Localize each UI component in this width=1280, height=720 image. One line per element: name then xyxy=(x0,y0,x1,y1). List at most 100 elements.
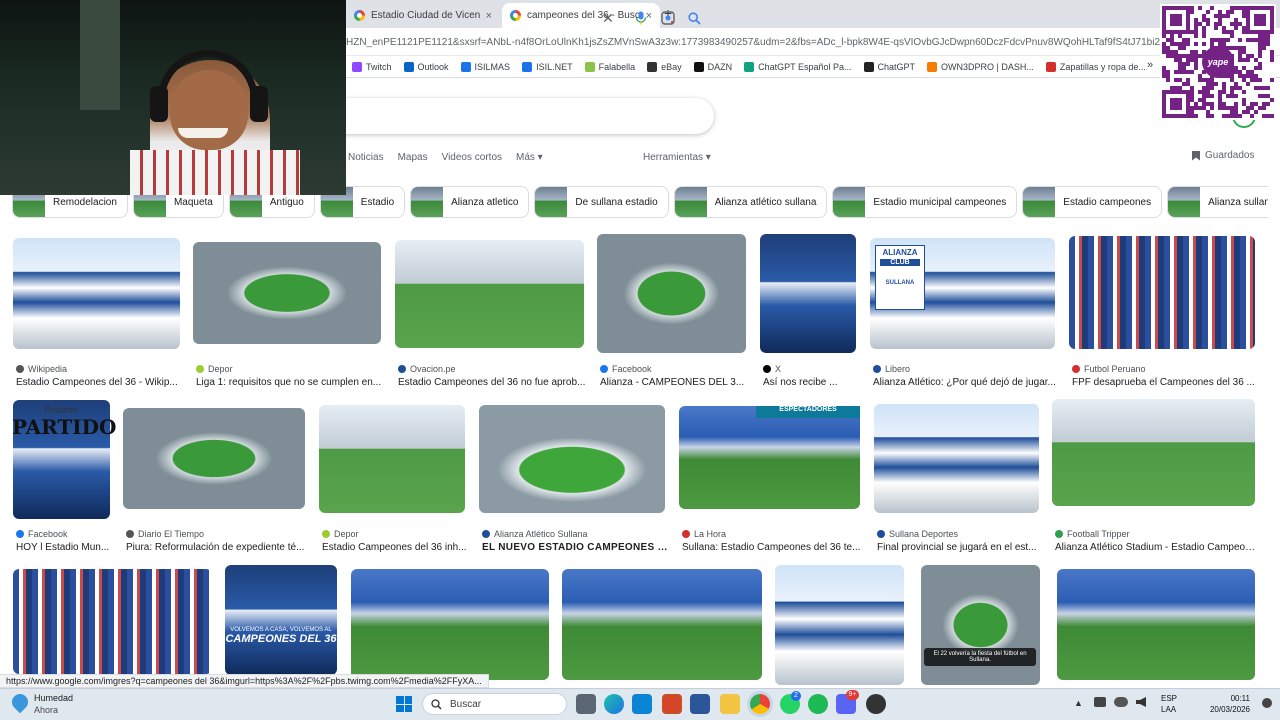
bookmark-item[interactable]: Outlook xyxy=(403,61,449,72)
chip-8[interactable]: Estadio campeones xyxy=(1022,186,1163,218)
clear-search-icon[interactable]: ✕ xyxy=(599,9,617,27)
result-title[interactable]: Alianza Atlético Stadium - Estadio Campe… xyxy=(1055,542,1258,553)
bookmark-item[interactable]: ChatGPT xyxy=(863,61,915,72)
chip-6[interactable]: Alianza atlético sullana xyxy=(673,186,828,218)
chip-7[interactable]: Estadio municipal campeones xyxy=(832,186,1018,218)
source-label: Ovacion.pe xyxy=(410,364,456,374)
bookmark-item[interactable]: eBay xyxy=(647,61,682,72)
result-image[interactable] xyxy=(874,404,1039,513)
search-box[interactable] xyxy=(300,98,714,134)
result-title[interactable]: Estadio Campeones del 36 no fue aprob... xyxy=(398,377,587,388)
result-source[interactable]: Facebook xyxy=(16,529,68,539)
result-title[interactable]: EL NUEVO ESTADIO CAMPEONES DEL 3... xyxy=(482,542,668,553)
result-source[interactable]: Football Tripper xyxy=(1055,529,1130,539)
lang-code[interactable]: ESP xyxy=(1161,694,1177,703)
result-source[interactable]: Wikipedia xyxy=(16,364,67,374)
bookmark-item[interactable]: Twitch xyxy=(352,61,392,72)
tab-mapas[interactable]: Mapas xyxy=(398,152,428,163)
cloud-icon[interactable] xyxy=(1114,697,1128,707)
result-image[interactable] xyxy=(351,569,549,680)
store-icon[interactable] xyxy=(632,694,652,714)
result-image[interactable] xyxy=(562,569,762,680)
result-title[interactable]: Final provincial se jugará en el est... xyxy=(877,542,1042,553)
result-image[interactable] xyxy=(1069,236,1255,349)
taskbar-search[interactable]: Buscar xyxy=(422,693,567,715)
result-source[interactable]: La Hora xyxy=(682,529,726,539)
result-title[interactable]: Alianza Atlético: ¿Por qué dejó de jugar… xyxy=(873,377,1058,388)
result-source[interactable]: Depor xyxy=(322,529,359,539)
bookmark-item[interactable]: ChatGPT Español Pa... xyxy=(744,61,852,72)
bookmark-item[interactable]: OWN3DPRO | DASH... xyxy=(927,61,1034,72)
result-source[interactable]: Alianza Atlético Sullana xyxy=(482,529,588,539)
source-favicon-icon xyxy=(600,365,608,373)
result-image[interactable] xyxy=(760,234,856,353)
lens-search-icon[interactable] xyxy=(659,9,677,27)
tab-estadio-vicente-lopez[interactable]: Estadio Ciudad de Vicente López × xyxy=(346,3,500,28)
result-image[interactable] xyxy=(123,408,305,509)
result-source[interactable]: Diario El Tiempo xyxy=(126,529,204,539)
result-image[interactable] xyxy=(1057,569,1255,680)
tab-noticias[interactable]: Noticias xyxy=(348,152,384,163)
chip-9[interactable]: Alianza sullana xyxy=(1167,186,1268,218)
result-source[interactable]: Sullana Deportes xyxy=(877,529,958,539)
source-favicon-icon xyxy=(763,365,771,373)
powerpoint-icon[interactable] xyxy=(662,694,682,714)
result-title[interactable]: Alianza - CAMPEONES DEL 3... xyxy=(600,377,750,388)
result-image[interactable] xyxy=(13,238,180,349)
obs-icon[interactable] xyxy=(866,694,886,714)
chip-4[interactable]: Alianza atletico xyxy=(410,186,530,218)
bookmarks-overflow-button[interactable]: » xyxy=(1147,59,1153,71)
result-source[interactable]: Futbol Peruano xyxy=(1072,364,1146,374)
tools-button[interactable]: Herramientas ▾ xyxy=(643,152,711,163)
tab-mas[interactable]: Más ▾ xyxy=(516,152,543,163)
notification-icon[interactable] xyxy=(1262,698,1272,708)
result-source[interactable]: X xyxy=(763,364,781,374)
onedrive-icon[interactable] xyxy=(1094,697,1106,707)
result-source[interactable]: Libero xyxy=(873,364,910,374)
result-title[interactable]: FPF desaprueba el Campeones del 36 ... xyxy=(1072,377,1258,388)
result-image[interactable] xyxy=(479,405,665,513)
result-image[interactable] xyxy=(597,234,746,353)
edge-icon[interactable] xyxy=(604,694,624,714)
result-title[interactable]: Estadio Campeones del 36 - Wikip... xyxy=(16,377,183,388)
result-image[interactable] xyxy=(395,240,584,348)
bookmark-item[interactable]: DAZN xyxy=(693,61,732,72)
voice-search-icon[interactable] xyxy=(632,9,650,27)
result-image[interactable] xyxy=(13,569,212,674)
windows-start-icon[interactable] xyxy=(396,696,412,712)
task-view-icon[interactable] xyxy=(576,694,596,714)
weather-title[interactable]: Humedad xyxy=(34,693,73,703)
result-image[interactable] xyxy=(921,565,1040,685)
result-image[interactable] xyxy=(225,565,337,675)
bookmark-item[interactable]: Zapatillas y ropa de... xyxy=(1045,61,1146,72)
file-explorer-icon[interactable] xyxy=(720,694,740,714)
chrome-icon[interactable] xyxy=(750,694,770,714)
result-image[interactable] xyxy=(679,406,860,509)
bookmark-item[interactable]: Falabella xyxy=(584,61,635,72)
result-image[interactable] xyxy=(319,405,465,513)
result-source[interactable]: Facebook xyxy=(600,364,652,374)
result-image[interactable] xyxy=(1052,399,1255,506)
result-title[interactable]: Estadio Campeones del 36 inh... xyxy=(322,542,472,553)
tab-videos-cortos[interactable]: Videos cortos xyxy=(442,152,502,163)
result-title[interactable]: Sullana: Estadio Campeones del 36 te... xyxy=(682,542,863,553)
result-image[interactable] xyxy=(193,242,381,344)
result-image[interactable] xyxy=(870,238,1055,349)
result-source[interactable]: Ovacion.pe xyxy=(398,364,456,374)
clock-time[interactable]: 00:11 xyxy=(1196,694,1250,703)
bookmark-item[interactable]: ISIL.NET xyxy=(522,61,573,72)
result-image[interactable] xyxy=(775,565,904,685)
result-title[interactable]: Piura: Reformulación de expediente té... xyxy=(126,542,308,553)
word-icon[interactable] xyxy=(690,694,710,714)
result-image[interactable] xyxy=(13,400,110,519)
chip-5[interactable]: De sullana estadio xyxy=(534,186,669,218)
bookmark-item[interactable]: ISILMAS xyxy=(460,61,510,72)
search-icon[interactable] xyxy=(685,9,703,27)
result-title[interactable]: Liga 1: requisitos que no se cumplen en.… xyxy=(196,377,384,388)
chevron-up-icon[interactable]: ▲ xyxy=(1074,698,1083,708)
smile xyxy=(178,128,228,138)
tab-close-icon[interactable]: × xyxy=(486,10,492,22)
spotify-icon[interactable] xyxy=(808,694,828,714)
result-source[interactable]: Depor xyxy=(196,364,233,374)
saved-button[interactable]: Guardados xyxy=(1192,150,1254,161)
